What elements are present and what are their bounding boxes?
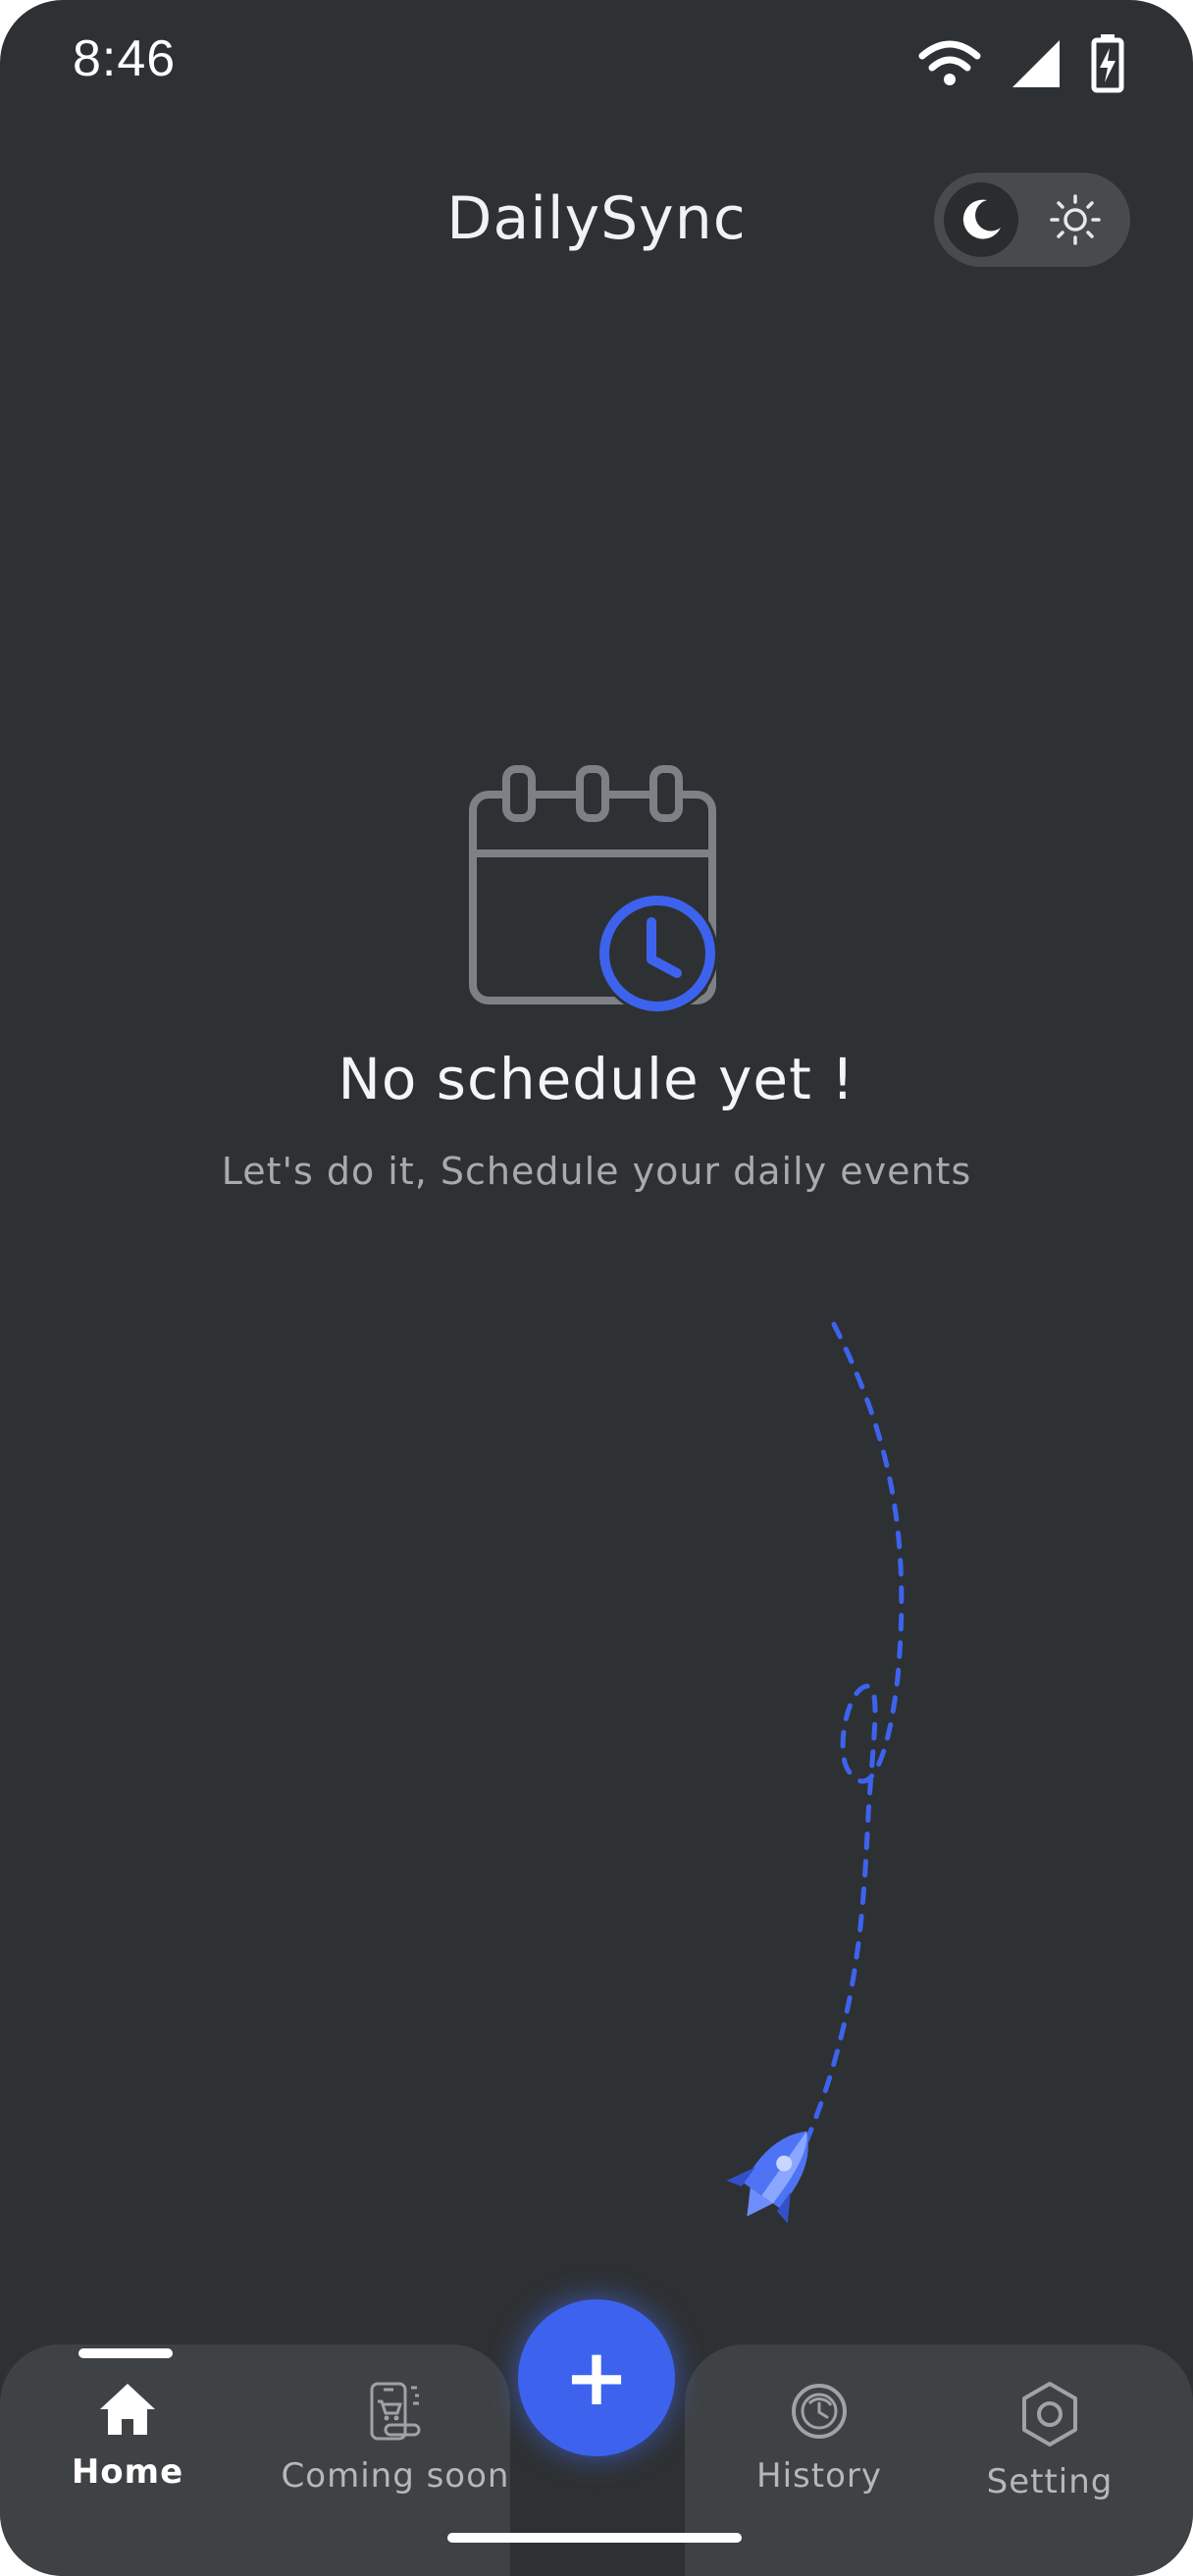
moon-icon (962, 199, 1001, 239)
phone-screen: 8:46 DailySync No schedule yet ! Let's d… (0, 0, 1193, 2576)
rocket-icon (726, 2131, 808, 2224)
status-icons (918, 29, 1124, 98)
battery-charging-icon (1091, 34, 1124, 93)
plus-icon: + (563, 2332, 630, 2423)
nav-item-coming-soon[interactable]: Coming soon (273, 2380, 518, 2496)
nav-item-setting[interactable]: Setting (971, 2380, 1128, 2501)
nav-label-setting: Setting (986, 2462, 1114, 2501)
empty-state-subtitle: Let's do it, Schedule your daily events (221, 1150, 972, 1193)
nav-item-history[interactable]: History (746, 2380, 893, 2496)
wifi-icon (918, 40, 981, 85)
add-schedule-button[interactable]: + (518, 2299, 675, 2456)
nav-label-home: Home (71, 2452, 184, 2492)
nav-label-coming-soon: Coming soon (281, 2456, 510, 2496)
active-tab-indicator (78, 2348, 173, 2358)
shop-phone-icon (370, 2382, 421, 2441)
theme-toggle[interactable] (934, 173, 1130, 267)
home-indicator (447, 2533, 742, 2543)
toggle-knob (944, 182, 1018, 257)
calendar-clock-icon (469, 765, 718, 1014)
status-time: 8:46 (73, 30, 177, 87)
history-icon (792, 2384, 847, 2439)
sun-icon (1050, 194, 1101, 245)
nav-label-history: History (756, 2456, 882, 2496)
home-icon (100, 2384, 155, 2435)
empty-state-title: No schedule yet ! (337, 1046, 856, 1112)
rocket-trail-illustration (726, 1321, 905, 2224)
nav-item-home[interactable]: Home (57, 2380, 198, 2492)
signal-icon (1012, 40, 1060, 87)
settings-hexagon-icon (1022, 2382, 1077, 2447)
